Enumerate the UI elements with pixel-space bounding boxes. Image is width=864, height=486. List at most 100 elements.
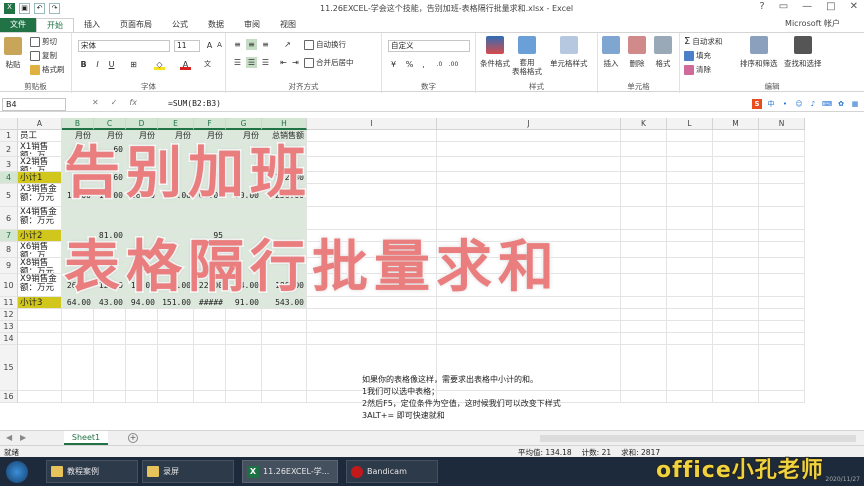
percent-icon[interactable]: %: [404, 59, 415, 70]
table-cell[interactable]: [667, 321, 713, 333]
copy-button[interactable]: 复制: [30, 50, 57, 61]
table-cell[interactable]: [713, 309, 759, 321]
tab-home[interactable]: 开始: [36, 18, 74, 32]
column-header[interactable]: M: [713, 118, 759, 130]
table-cell[interactable]: [437, 157, 621, 172]
table-cell[interactable]: [713, 321, 759, 333]
row-header[interactable]: 12: [0, 309, 18, 321]
table-cell[interactable]: [307, 309, 437, 321]
account-link[interactable]: Microsoft 帐户: [785, 18, 840, 29]
table-cell[interactable]: [713, 184, 759, 207]
cut-button[interactable]: 剪切: [30, 36, 57, 47]
table-cell[interactable]: [713, 333, 759, 345]
table-cell[interactable]: [158, 321, 194, 333]
table-cell[interactable]: [94, 345, 126, 391]
table-cell[interactable]: [667, 333, 713, 345]
voice-icon[interactable]: ♪: [808, 99, 818, 109]
tab-data[interactable]: 数据: [198, 18, 234, 32]
sheet-nav-right-icon[interactable]: ▶: [20, 433, 26, 442]
table-cell[interactable]: [262, 391, 307, 403]
table-cell[interactable]: X3销售金 额：万元: [18, 184, 62, 207]
row-header[interactable]: 2: [0, 142, 18, 157]
increase-indent-icon[interactable]: ⇥: [290, 57, 301, 68]
table-cell[interactable]: [62, 345, 94, 391]
table-cell[interactable]: X1销售 额：万: [18, 142, 62, 157]
redo-icon[interactable]: ↷: [49, 2, 60, 14]
table-cell[interactable]: [759, 184, 805, 207]
column-header[interactable]: N: [759, 118, 805, 130]
comma-icon[interactable]: ,: [418, 59, 429, 70]
tab-formulas[interactable]: 公式: [162, 18, 198, 32]
table-cell[interactable]: [667, 258, 713, 274]
table-cell[interactable]: [158, 345, 194, 391]
table-cell[interactable]: [126, 333, 158, 345]
undo-icon[interactable]: ↶: [34, 2, 45, 14]
paste-button[interactable]: 粘贴: [4, 37, 22, 70]
table-cell[interactable]: [62, 321, 94, 333]
table-cell[interactable]: [713, 207, 759, 230]
table-cell[interactable]: [226, 345, 262, 391]
row-header[interactable]: 4: [0, 172, 18, 184]
cancel-icon[interactable]: ✕: [92, 98, 99, 107]
table-cell[interactable]: [667, 172, 713, 184]
border-icon[interactable]: ⊞: [128, 59, 139, 70]
table-cell[interactable]: [759, 242, 805, 258]
table-cell[interactable]: [437, 172, 621, 184]
table-cell[interactable]: [94, 309, 126, 321]
table-cell[interactable]: [194, 321, 226, 333]
column-header[interactable]: K: [621, 118, 667, 130]
help-icon[interactable]: ?: [759, 1, 764, 12]
table-cell[interactable]: [713, 258, 759, 274]
table-cell[interactable]: [126, 321, 158, 333]
table-cell[interactable]: [621, 242, 667, 258]
table-cell[interactable]: [307, 333, 437, 345]
taskbar-item-tutorials[interactable]: 教程案例: [46, 460, 138, 483]
table-cell[interactable]: [226, 321, 262, 333]
table-cell[interactable]: [18, 309, 62, 321]
font-name-select[interactable]: 宋体: [78, 40, 170, 52]
table-cell[interactable]: [621, 345, 667, 391]
table-cell[interactable]: 小计1: [18, 172, 62, 184]
ribbon-display-icon[interactable]: ▭: [779, 1, 788, 12]
table-cell[interactable]: [307, 321, 437, 333]
align-right-icon[interactable]: ☰: [260, 57, 271, 68]
conditional-format-button[interactable]: 条件格式: [480, 36, 510, 69]
row-header[interactable]: 10: [0, 274, 18, 297]
format-painter-button[interactable]: 格式刷: [30, 64, 65, 75]
table-cell[interactable]: [621, 321, 667, 333]
table-cell[interactable]: [194, 391, 226, 403]
table-cell[interactable]: [262, 333, 307, 345]
keyboard-icon[interactable]: ⌨: [822, 99, 832, 109]
maximize-button[interactable]: □: [826, 1, 835, 12]
table-cell[interactable]: [621, 274, 667, 297]
table-cell[interactable]: [759, 230, 805, 242]
table-cell[interactable]: [262, 345, 307, 391]
column-header[interactable]: A: [18, 118, 62, 130]
table-cell[interactable]: [667, 297, 713, 309]
table-cell[interactable]: [621, 297, 667, 309]
orientation-icon[interactable]: ↗: [282, 39, 293, 50]
emoji-icon[interactable]: ☺: [794, 99, 804, 109]
save-icon[interactable]: ▣: [19, 2, 30, 14]
table-cell[interactable]: [226, 309, 262, 321]
sheet-nav-left-icon[interactable]: ◀: [6, 433, 12, 442]
skin-icon[interactable]: ✿: [836, 99, 846, 109]
table-cell[interactable]: [759, 172, 805, 184]
number-format-select[interactable]: 自定义: [388, 40, 470, 52]
table-cell[interactable]: [621, 172, 667, 184]
table-cell[interactable]: [713, 274, 759, 297]
row-header[interactable]: 15: [0, 345, 18, 391]
autosum-button[interactable]: Σ 自动求和: [684, 36, 722, 47]
chinese-mode-icon[interactable]: 中: [766, 99, 776, 109]
table-cell[interactable]: [759, 157, 805, 172]
table-cell[interactable]: [667, 345, 713, 391]
table-cell[interactable]: [667, 130, 713, 142]
horizontal-scrollbar[interactable]: [540, 435, 856, 442]
find-select-button[interactable]: 查找和选择: [784, 36, 822, 69]
table-cell[interactable]: X8销售 额：万元: [18, 258, 62, 274]
tab-review[interactable]: 审阅: [234, 18, 270, 32]
sogou-logo-icon[interactable]: S: [752, 99, 762, 109]
sheet-tab[interactable]: Sheet1: [64, 431, 108, 445]
bold-button[interactable]: B: [78, 59, 89, 70]
row-header[interactable]: 9: [0, 258, 18, 274]
